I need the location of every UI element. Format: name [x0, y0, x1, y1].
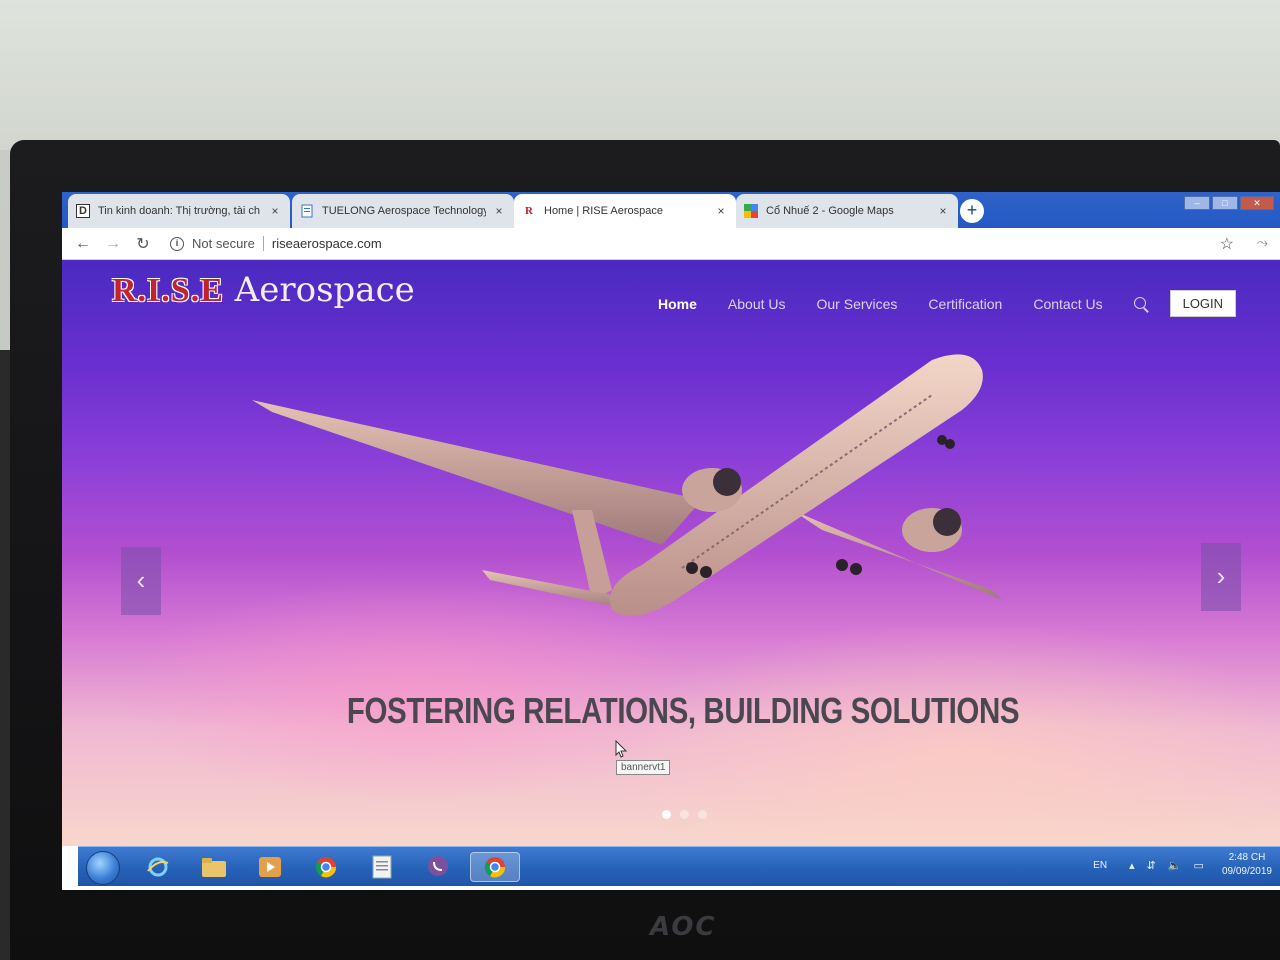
system-tray: EN ▴ ⇵ 🔈 ▭ 2:48 CH 09/09/2019	[1093, 851, 1272, 879]
chrome-active-icon[interactable]	[470, 852, 520, 882]
nav-contact[interactable]: Contact Us	[1033, 296, 1102, 312]
new-tab-button[interactable]: +	[960, 199, 984, 223]
forward-arrow-icon[interactable]: →	[98, 235, 128, 253]
media-player-icon[interactable]	[254, 852, 286, 882]
reload-icon[interactable]: ↻	[128, 234, 158, 254]
address-bar[interactable]: i Not secure riseaerospace.com	[170, 236, 382, 251]
carousel-dot[interactable]	[680, 810, 689, 819]
file-explorer-icon[interactable]	[198, 852, 230, 882]
minimize-icon[interactable]: –	[1184, 196, 1210, 210]
clock-time: 2:48 CH	[1228, 852, 1266, 863]
carousel-dot[interactable]	[662, 810, 671, 819]
window-close-icon[interactable]: ✕	[1240, 196, 1274, 210]
logo-rise-text: R.I.S.E	[112, 272, 224, 309]
url-text[interactable]: riseaerospace.com	[272, 236, 382, 251]
tab-title: Tin kinh doanh: Thị trường, tài ch	[98, 205, 260, 217]
tab-title: TUELONG Aerospace Technology	[322, 205, 486, 217]
site-logo[interactable]: R.I.S.E Aerospace	[112, 270, 415, 310]
tab-close-icon[interactable]: ×	[936, 204, 950, 218]
clock[interactable]: 2:48 CH 09/09/2019	[1222, 851, 1272, 879]
tab-tin-kinh-doanh[interactable]: D Tin kinh doanh: Thị trường, tài ch ×	[68, 194, 290, 228]
chrome-icon[interactable]	[310, 852, 342, 882]
tab-close-icon[interactable]: ×	[268, 204, 282, 218]
nav-services[interactable]: Our Services	[817, 296, 898, 312]
bookmark-star-icon[interactable]: ☆	[1220, 234, 1234, 254]
document-icon[interactable]	[366, 852, 398, 882]
windows-taskbar: EN ▴ ⇵ 🔈 ▭ 2:48 CH 09/09/2019	[78, 846, 1280, 886]
mouse-cursor-icon	[615, 740, 627, 758]
tab-close-icon[interactable]: ×	[492, 204, 506, 218]
extension-icon[interactable]: ⤳	[1257, 234, 1268, 251]
carousel-dot[interactable]	[698, 810, 707, 819]
carousel-next-button[interactable]: ›	[1201, 543, 1241, 611]
browser-toolbar: ← → ↻ i Not secure riseaerospace.com ☆ ⤳	[62, 228, 1280, 260]
search-icon[interactable]	[1133, 296, 1148, 311]
back-arrow-icon[interactable]: ←	[68, 235, 98, 253]
viber-icon[interactable]	[422, 852, 454, 882]
show-hidden-icons-icon[interactable]: ▴	[1129, 859, 1135, 872]
logo-aerospace-text: Aerospace	[223, 270, 415, 310]
login-button[interactable]: LOGIN	[1169, 290, 1237, 317]
background-wall	[0, 0, 1280, 150]
carousel-indicators	[662, 810, 707, 819]
tab-tuelong[interactable]: TUELONG Aerospace Technology ×	[292, 194, 514, 228]
browser-tab-strip: D Tin kinh doanh: Thị trường, tài ch × T…	[62, 192, 1280, 228]
nav-certification[interactable]: Certification	[928, 296, 1002, 312]
main-nav: Home About Us Our Services Certification…	[658, 290, 1237, 317]
window-controls: – □ ✕	[1184, 196, 1274, 210]
tab-title: Cổ Nhuế 2 - Google Maps	[766, 205, 894, 217]
tab-favicon-maps-icon	[744, 204, 758, 218]
maximize-icon[interactable]: □	[1212, 196, 1238, 210]
clock-date: 09/09/2019	[1221, 866, 1272, 877]
monitor-brand-logo: AOC	[650, 912, 717, 942]
tab-close-icon[interactable]: ×	[714, 204, 728, 218]
image-tooltip: bannervt1	[616, 760, 671, 775]
tab-favicon-document-icon	[300, 204, 314, 218]
internet-explorer-icon[interactable]	[142, 852, 174, 882]
tab-rise-aerospace[interactable]: R Home | RISE Aerospace ×	[514, 194, 736, 228]
action-center-icon[interactable]: ▭	[1194, 859, 1204, 872]
tab-favicon-d-icon: D	[76, 204, 90, 218]
carousel-prev-button[interactable]: ‹	[121, 547, 161, 615]
language-indicator[interactable]: EN	[1093, 860, 1107, 871]
tab-title: Home | RISE Aerospace	[544, 205, 664, 217]
security-label: Not secure	[192, 236, 264, 251]
tab-google-maps[interactable]: Cổ Nhuế 2 - Google Maps ×	[736, 194, 958, 228]
screen: D Tin kinh doanh: Thị trường, tài ch × T…	[62, 192, 1280, 890]
hero-tagline: FOSTERING RELATIONS, BUILDING SOLUTIONS	[346, 690, 1020, 731]
hero-banner: R.I.S.E Aerospace Home About Us Our Serv…	[62, 260, 1280, 846]
start-button[interactable]	[86, 851, 120, 885]
volume-icon[interactable]: 🔈	[1168, 859, 1182, 872]
tab-favicon-r-icon: R	[525, 205, 533, 217]
network-icon[interactable]: ⇵	[1147, 859, 1156, 872]
airplane-image	[252, 354, 1002, 616]
nav-about[interactable]: About Us	[728, 296, 786, 312]
nav-home[interactable]: Home	[658, 296, 697, 312]
info-icon[interactable]: i	[170, 236, 184, 251]
